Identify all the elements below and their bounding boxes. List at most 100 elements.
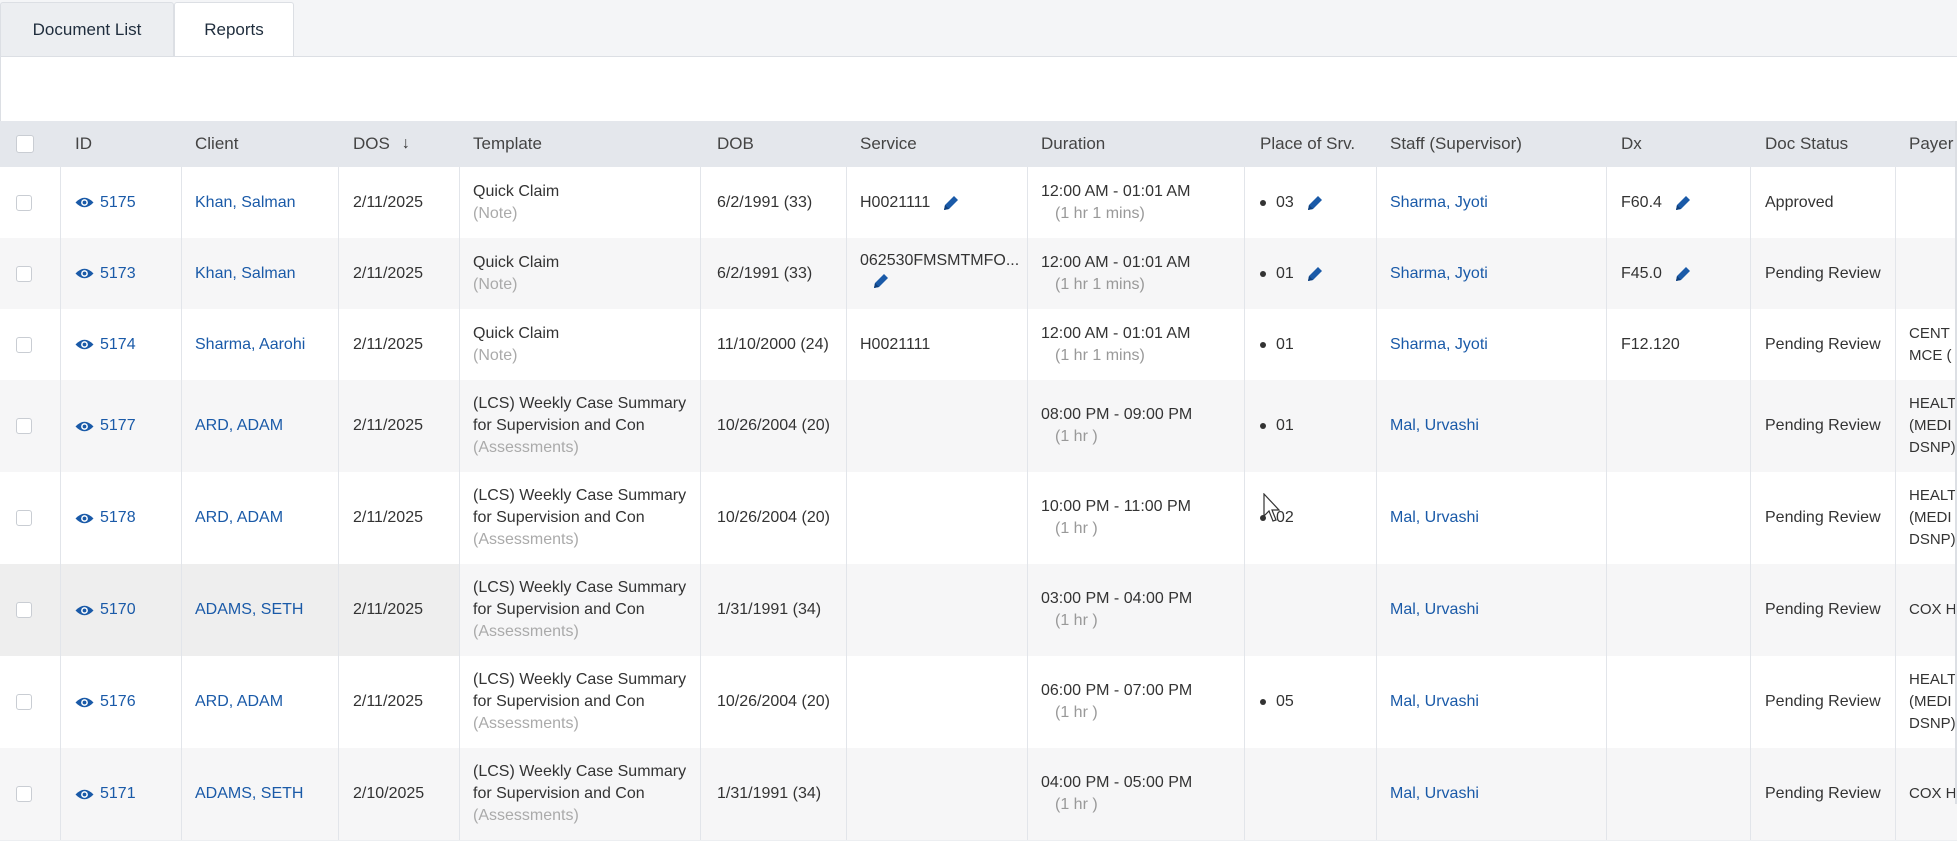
row-checkbox[interactable] [16, 336, 32, 353]
client-cell: Khan, Salman [182, 167, 339, 238]
edit-dx-icon[interactable] [1674, 265, 1692, 283]
table-row[interactable]: 5175 Khan, Salman 2/11/2025 Quick Claim (Not… [0, 167, 1957, 239]
duration-length: (1 hr ) [1055, 612, 1098, 629]
template-type: (Note) [473, 346, 518, 364]
duration-range: 04:00 PM - 05:00 PM [1041, 774, 1193, 791]
payer-cell: HEALT (MEDI DSNP) [1896, 656, 1957, 748]
duration-range: 06:00 PM - 07:00 PM [1041, 682, 1193, 699]
col-header-dx[interactable]: Dx [1607, 121, 1751, 167]
staff-cell: Sharma, Jyoti [1377, 309, 1607, 380]
dos-value: 2/10/2025 [353, 785, 425, 802]
client-link[interactable]: ADAMS, SETH [195, 785, 303, 803]
document-id-link[interactable]: 5176 [75, 693, 136, 711]
col-header-payer[interactable]: Payer [1896, 121, 1957, 167]
edit-dx-icon[interactable] [1674, 194, 1692, 212]
document-id-link[interactable]: 5174 [75, 336, 136, 354]
client-link[interactable]: ARD, ADAM [195, 509, 283, 527]
template-name: Quick Claim [473, 182, 560, 200]
client-link[interactable]: ADAMS, SETH [195, 601, 303, 619]
table-row[interactable]: 5176 ARD, ADAM 2/11/2025 (LCS) Weekly Case … [0, 656, 1957, 749]
template-name: (LCS) Weekly Case Summary for Supervisio… [473, 671, 687, 710]
template-cell: Quick Claim (Note) [460, 309, 701, 380]
row-checkbox[interactable] [16, 510, 32, 526]
staff-link[interactable]: Mal, Urvashi [1390, 601, 1479, 619]
dx-code: F60.4 [1621, 193, 1662, 211]
row-checkbox[interactable] [16, 265, 32, 282]
document-id-link[interactable]: 5171 [75, 785, 136, 803]
staff-link[interactable]: Mal, Urvashi [1390, 693, 1479, 711]
edit-service-icon[interactable] [872, 272, 890, 290]
place-code: 03 [1276, 193, 1294, 211]
table-row[interactable]: 5171 ADAMS, SETH 2/10/2025 (LCS) Weekly Cas… [0, 748, 1957, 841]
status-cell: Approved [1751, 167, 1896, 238]
table-row[interactable]: 5178 ARD, ADAM 2/11/2025 (LCS) Weekly Case … [0, 472, 1957, 565]
document-id-link[interactable]: 5178 [75, 509, 136, 527]
row-checkbox[interactable] [16, 786, 32, 802]
duration-length: (1 hr ) [1055, 704, 1098, 721]
dob-value: 11/10/2000 (24) [717, 335, 829, 353]
template-type: (Note) [473, 204, 518, 222]
row-select-cell [0, 309, 61, 380]
col-header-client[interactable]: Client [182, 121, 339, 167]
payer-cell: CENT MCE ( [1896, 309, 1957, 380]
client-link[interactable]: Khan, Salman [195, 265, 296, 283]
doc-status: Pending Review [1765, 264, 1881, 282]
dob-value: 1/31/1991 (34) [717, 601, 822, 618]
edit-place-icon[interactable] [1306, 265, 1324, 283]
tab-document-list[interactable]: Document List [0, 2, 174, 56]
row-checkbox[interactable] [16, 602, 32, 618]
col-header-staff[interactable]: Staff (Supervisor) [1377, 121, 1607, 167]
col-header-template[interactable]: Template [460, 121, 701, 167]
view-eye-icon [75, 339, 94, 350]
edit-place-icon[interactable] [1306, 194, 1324, 212]
id-cell: 5171 [61, 748, 182, 840]
staff-link[interactable]: Sharma, Jyoti [1390, 194, 1488, 212]
document-id-link[interactable]: 5170 [75, 601, 136, 619]
service-cell: 062530FMSMTMFO... [847, 238, 1028, 309]
row-select-cell [0, 472, 61, 564]
client-link[interactable]: Khan, Salman [195, 194, 296, 212]
col-header-id[interactable]: ID [61, 121, 182, 167]
col-header-service[interactable]: Service [847, 121, 1028, 167]
template-type: (Assessments) [473, 439, 579, 456]
document-id: 5175 [100, 193, 136, 211]
place-cell [1245, 748, 1377, 840]
staff-link[interactable]: Mal, Urvashi [1390, 509, 1479, 527]
table-row[interactable]: 5170 ADAMS, SETH 2/11/2025 (LCS) Weekly Cas… [0, 564, 1957, 657]
client-link[interactable]: Sharma, Aarohi [195, 336, 305, 354]
duration-length: (1 hr ) [1055, 428, 1098, 445]
service-cell: H0021111 [847, 309, 1028, 380]
id-cell: 5173 [61, 238, 182, 309]
table-row[interactable]: 5174 Sharma, Aarohi 2/11/2025 Quick Claim (N… [0, 309, 1957, 381]
col-header-dob[interactable]: DOB [701, 121, 847, 167]
col-header-status[interactable]: Doc Status [1751, 121, 1896, 167]
table-row[interactable]: 5173 Khan, Salman 2/11/2025 Quick Claim (Not… [0, 238, 1957, 310]
staff-cell: Mal, Urvashi [1377, 748, 1607, 840]
duration-cell: 06:00 PM - 07:00 PM (1 hr ) [1028, 656, 1245, 748]
place-code: 01 [1276, 335, 1294, 353]
payer-cell: COX H [1896, 748, 1957, 840]
client-link[interactable]: ARD, ADAM [195, 693, 283, 711]
staff-link[interactable]: Sharma, Jyoti [1390, 265, 1488, 283]
select-all-checkbox[interactable] [16, 135, 34, 153]
document-id-link[interactable]: 5173 [75, 265, 136, 283]
staff-link[interactable]: Mal, Urvashi [1390, 785, 1479, 803]
template-cell: (LCS) Weekly Case Summary for Supervisio… [460, 380, 701, 472]
client-link[interactable]: ARD, ADAM [195, 417, 283, 435]
doc-status: Pending Review [1765, 601, 1881, 618]
document-id-link[interactable]: 5177 [75, 417, 136, 435]
dob-cell: 10/26/2004 (20) [701, 656, 847, 748]
table-row[interactable]: 5177 ARD, ADAM 2/11/2025 (LCS) Weekly Case … [0, 380, 1957, 473]
edit-service-icon[interactable] [942, 194, 960, 212]
col-header-dos[interactable]: DOS ↓ [339, 121, 460, 167]
col-header-place[interactable]: Place of Srv. [1245, 121, 1377, 167]
col-header-duration[interactable]: Duration [1028, 121, 1245, 167]
row-checkbox[interactable] [16, 418, 32, 434]
tab-reports[interactable]: Reports [174, 2, 294, 57]
sort-desc-icon[interactable]: ↓ [402, 135, 410, 153]
staff-link[interactable]: Sharma, Jyoti [1390, 336, 1488, 354]
staff-link[interactable]: Mal, Urvashi [1390, 417, 1479, 435]
row-checkbox[interactable] [16, 194, 32, 211]
document-id-link[interactable]: 5175 [75, 194, 136, 212]
row-checkbox[interactable] [16, 694, 32, 710]
